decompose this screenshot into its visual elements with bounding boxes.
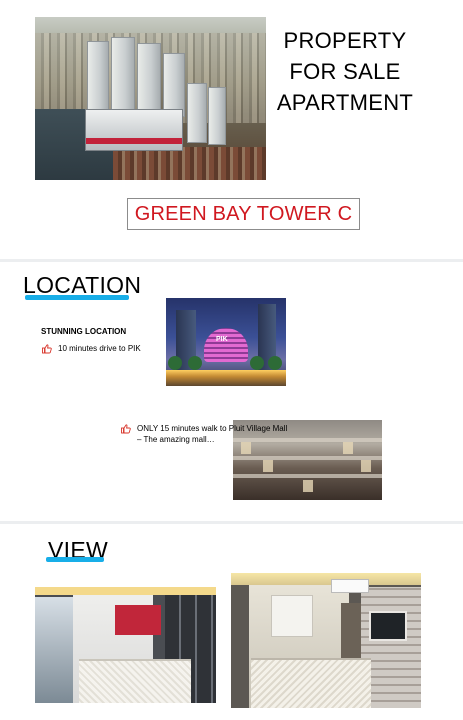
thumbs-up-icon [121, 424, 131, 434]
bullet-text: – The amazing mall… [137, 435, 215, 444]
title-line: FOR SALE [289, 59, 401, 84]
tower-name: GREEN BAY TOWER C [134, 202, 353, 225]
pik-mall-photo: PIK [166, 298, 286, 386]
bullet-item: 10 minutes drive to PIK [42, 344, 141, 354]
view-heading: VIEW [46, 537, 108, 564]
title-line: APARTMENT [276, 90, 414, 115]
heading-underline [25, 295, 129, 300]
bedroom-photo [35, 587, 216, 703]
bullet-text: ONLY 15 minutes walk to Pluit Village Ma… [137, 424, 288, 433]
bullet-item: ONLY 15 minutes walk to Pluit Village Ma… [121, 424, 287, 444]
bullet-text-block: ONLY 15 minutes walk to Pluit Village Ma… [137, 424, 287, 444]
slide-divider [0, 521, 463, 524]
thumbs-up-icon [42, 344, 52, 354]
hero-aerial-photo [35, 17, 266, 180]
slide-divider [0, 259, 463, 262]
pik-sign-text: PIK [216, 336, 228, 343]
title-line: PROPERTY [283, 28, 407, 53]
stunning-location-label: STUNNING LOCATION [41, 327, 127, 336]
location-heading: LOCATION [23, 272, 141, 300]
tower-name-box: GREEN BAY TOWER C [127, 198, 360, 230]
property-title: PROPERTY FOR SALE APARTMENT [270, 25, 420, 118]
bullet-text: 10 minutes drive to PIK [58, 344, 141, 353]
heading-underline [46, 557, 104, 562]
bedroom-photo [231, 573, 421, 708]
